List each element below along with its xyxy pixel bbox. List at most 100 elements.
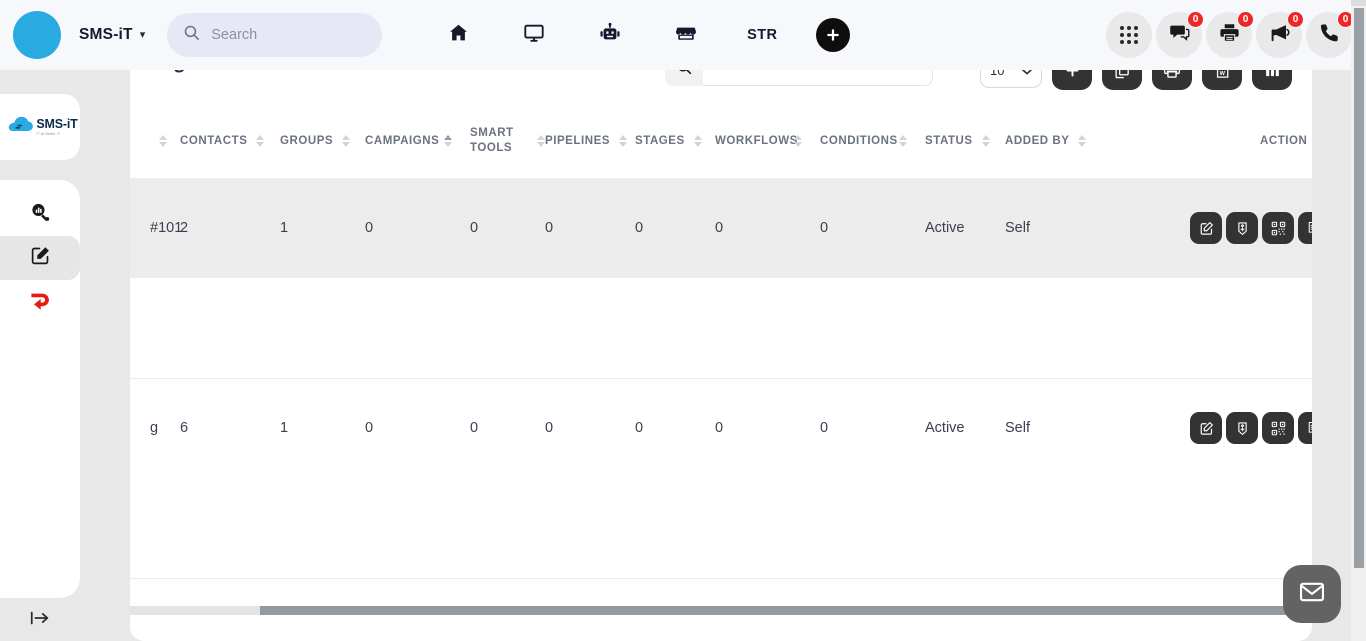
table-header: CONTACTS GROUPS CAMPAIGNS SMART TOOLS PI… <box>130 104 1312 179</box>
col-contacts[interactable]: CONTACTS <box>180 104 280 179</box>
global-search[interactable]: Search <box>167 13 383 57</box>
quick-add-button[interactable] <box>816 18 851 52</box>
scrollbar-track-cap <box>1351 0 1366 6</box>
col-workflows[interactable]: WORKFLOWS <box>715 104 820 179</box>
col-status[interactable]: STATUS <box>925 104 1005 179</box>
row-tag-add-button[interactable] <box>1226 412 1258 445</box>
row-qr-code-button[interactable] <box>1262 412 1294 445</box>
brand-avatar[interactable] <box>13 11 61 59</box>
tags-table-scroll[interactable]: CONTACTS GROUPS CAMPAIGNS SMART TOOLS PI… <box>130 104 1312 602</box>
cell-workflows: 0 <box>715 578 820 602</box>
col-smart-tools[interactable]: SMART TOOLS <box>470 104 545 179</box>
cell-stages: 0 <box>635 178 715 278</box>
robot-icon <box>599 22 621 49</box>
col-workflows-label: WORKFLOWS <box>715 134 798 147</box>
primary-nav: STR <box>420 13 851 57</box>
chat-button[interactable]: 0 <box>1156 11 1204 58</box>
row-action-group <box>1095 212 1312 245</box>
sort-arrows-added-by[interactable] <box>1078 134 1087 147</box>
cell-name: #101 <box>130 178 182 278</box>
cell-workflows: 0 <box>715 178 820 278</box>
row-qr-code-button[interactable] <box>1262 212 1294 245</box>
nav-robot[interactable] <box>572 13 648 57</box>
cell-stages: 0 <box>635 578 715 602</box>
megaphone-button[interactable]: 0 <box>1256 11 1304 58</box>
cell-campaigns: 0 <box>365 578 470 602</box>
table-horizontal-scrollbar[interactable] <box>130 606 1312 615</box>
table-row[interactable]: g 6 1 0 0 0 0 0 0 Active Self <box>130 378 1312 478</box>
sidebar-logo[interactable]: SMS-iT IT At Better IT <box>0 94 80 160</box>
col-groups[interactable]: GROUPS <box>280 104 365 179</box>
table-row[interactable]: 0 0 0 0 0 0 0 0 Active Self <box>130 578 1312 602</box>
sort-arrows-contacts[interactable] <box>256 134 265 147</box>
col-groups-label: GROUPS <box>280 134 334 147</box>
sort-arrows-conditions[interactable] <box>899 134 907 147</box>
cell-pipelines: 0 <box>545 420 554 437</box>
col-campaigns[interactable]: CAMPAIGNS <box>365 104 470 179</box>
col-campaigns-label: CAMPAIGNS <box>365 134 440 147</box>
sort-arrows-groups[interactable] <box>342 134 351 147</box>
row-separator <box>130 478 1312 579</box>
mail-fab-button[interactable] <box>1283 565 1341 623</box>
svg-text:W: W <box>1219 70 1225 76</box>
cell-smart-tools: 0 <box>470 420 479 437</box>
nav-store[interactable] <box>648 13 724 57</box>
sort-arrows-stages[interactable] <box>693 134 702 147</box>
sidebar-item-reply[interactable] <box>0 280 80 324</box>
tags-table: CONTACTS GROUPS CAMPAIGNS SMART TOOLS PI… <box>130 104 1312 602</box>
cell-action <box>1095 378 1312 478</box>
col-added-by[interactable]: ADDED BY <box>1005 104 1095 179</box>
tags-panel: Tags 10 <box>130 0 1312 641</box>
printer-button[interactable]: 0 <box>1206 11 1254 58</box>
col-conditions[interactable]: CONDITIONS <box>820 104 925 179</box>
sort-arrows-status[interactable] <box>981 134 990 147</box>
sort-arrows-name[interactable] <box>159 134 167 147</box>
cell-groups: 1 <box>280 178 365 278</box>
page-vertical-scrollbar[interactable] <box>1351 0 1366 641</box>
sidebar-item-analytics-search[interactable] <box>0 192 80 236</box>
search-input-placeholder: Search <box>211 27 258 43</box>
row-qr-report-button[interactable] <box>1298 412 1312 445</box>
sidebar-collapse-button[interactable] <box>0 600 80 640</box>
cell-contacts: 6 <box>180 420 189 437</box>
sort-arrows-workflows[interactable] <box>794 134 802 147</box>
nav-monitor[interactable] <box>496 13 572 57</box>
cell-groups: 0 <box>280 578 365 602</box>
cell-groups: 1 <box>280 420 289 437</box>
cell-smart-tools: 0 <box>470 578 545 602</box>
sidebar-logo-tagline: IT At Better IT <box>36 131 61 136</box>
phone-button[interactable]: 0 <box>1306 11 1354 58</box>
cell-added-by: Self <box>1005 578 1095 602</box>
col-stages[interactable]: STAGES <box>635 104 715 179</box>
table-row[interactable]: #101 2 1 0 0 0 0 0 0 Active Self <box>130 178 1312 278</box>
scrollbar-thumb[interactable] <box>260 606 1312 615</box>
nav-home[interactable] <box>420 13 496 57</box>
cell-status: Active <box>925 420 965 437</box>
col-action: ACTION <box>1095 104 1312 179</box>
chevron-down-icon[interactable]: ▾ <box>140 29 146 41</box>
col-pipelines[interactable]: PIPELINES <box>545 104 635 179</box>
sidebar-rail <box>0 180 80 598</box>
sort-arrows-campaigns[interactable] <box>444 134 452 147</box>
chat-badge: 0 <box>1187 11 1204 28</box>
sort-arrows-pipelines[interactable] <box>619 134 628 147</box>
sidebar-item-edit[interactable] <box>0 236 80 280</box>
table-body: #101 2 1 0 0 0 0 0 0 Active Self g 6 1 0… <box>130 178 1312 602</box>
col-name[interactable] <box>130 104 180 179</box>
cell-contacts: 2 <box>180 178 280 278</box>
cell-contacts: 0 <box>180 578 280 602</box>
row-edit-button[interactable] <box>1190 412 1222 445</box>
sort-arrows-smart-tools[interactable] <box>537 134 545 147</box>
apps-grid-button[interactable] <box>1106 12 1152 58</box>
cell-added-by: Self <box>1005 420 1030 437</box>
nav-str[interactable]: STR <box>724 13 800 57</box>
row-tag-add-button[interactable] <box>1226 212 1258 245</box>
page-scrollbar-thumb[interactable] <box>1354 8 1364 568</box>
cell-campaigns: 0 <box>365 420 374 437</box>
col-stages-label: STAGES <box>635 134 685 147</box>
row-qr-report-button[interactable] <box>1298 212 1312 245</box>
row-separator <box>130 278 1312 379</box>
row-edit-button[interactable] <box>1190 212 1222 245</box>
cloud-icon <box>8 116 34 138</box>
home-icon <box>448 22 469 48</box>
